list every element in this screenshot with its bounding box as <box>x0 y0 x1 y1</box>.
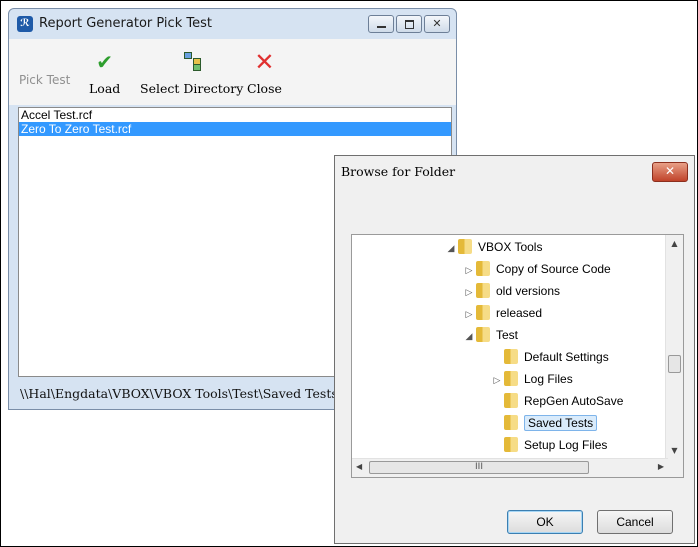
select-directory-button[interactable]: Select Directory <box>140 51 243 96</box>
scroll-up-arrow-icon[interactable]: ▲ <box>666 239 683 248</box>
dialog-title-bar[interactable]: Browse for Folder ✕ <box>335 156 694 186</box>
close-label: Close <box>247 81 282 96</box>
tree-node-copy-of-source-code[interactable]: ▷ Copy of Source Code <box>462 259 611 279</box>
expanded-arrow-icon[interactable]: ◢ <box>462 326 476 346</box>
tree-node-repgen-autosave[interactable]: RepGen AutoSave <box>490 391 623 411</box>
list-item-selected[interactable]: Zero To Zero Test.rcf <box>19 122 451 136</box>
collapsed-arrow-icon[interactable]: ▷ <box>490 370 504 390</box>
folder-icon <box>504 393 518 408</box>
close-button[interactable]: ✕ Close <box>247 48 282 96</box>
folder-icon <box>476 283 490 298</box>
dialog-close-button[interactable]: ✕ <box>652 162 688 182</box>
folder-icon <box>476 305 490 320</box>
load-label: Load <box>89 81 121 96</box>
folder-tree-icon <box>140 51 243 73</box>
tree-node-test[interactable]: ◢ Test <box>462 325 518 345</box>
folder-icon <box>458 239 472 254</box>
select-directory-label: Select Directory <box>140 81 244 96</box>
cancel-button[interactable]: Cancel <box>597 510 673 534</box>
tree-node-released[interactable]: ▷ released <box>462 303 542 323</box>
title-bar[interactable]: ℛ Report Generator Pick Test ✕ <box>9 9 456 39</box>
folder-icon <box>476 261 490 276</box>
scroll-down-arrow-icon[interactable]: ▼ <box>666 446 683 455</box>
folder-icon <box>504 437 518 452</box>
vertical-scrollbar[interactable]: ▲ ▼ <box>665 235 683 459</box>
tree-node-saved-tests[interactable]: Saved Tests <box>490 413 598 433</box>
close-x-icon: ✕ <box>254 48 275 76</box>
maximize-button[interactable] <box>396 15 422 33</box>
collapsed-arrow-icon[interactable]: ▷ <box>462 260 476 280</box>
minimize-button[interactable] <box>368 15 394 33</box>
collapsed-arrow-icon[interactable]: ▷ <box>462 282 476 302</box>
pick-test-button[interactable]: Pick Test <box>19 73 70 87</box>
dialog-title: Browse for Folder <box>341 164 456 179</box>
folder-tree[interactable]: ◢ VBOX Tools ▷ Copy of Source Code ▷ old ve… <box>351 234 684 478</box>
tree-node-old-versions[interactable]: ▷ old versions <box>462 281 560 301</box>
folder-icon <box>476 327 490 342</box>
collapsed-arrow-icon[interactable]: ▷ <box>462 304 476 324</box>
horizontal-scrollbar[interactable]: ◀ III ▶ <box>352 458 668 477</box>
load-button[interactable]: ✔ Load <box>89 51 120 96</box>
app-icon: ℛ <box>17 16 33 32</box>
toolbar: Pick Test ✔ Load Select Directory ✕ Clos… <box>9 39 456 105</box>
scrollbar-corner <box>666 459 683 477</box>
window-controls: ✕ <box>368 15 450 33</box>
horizontal-scroll-thumb[interactable]: III <box>369 461 589 474</box>
tree-node-default-settings[interactable]: Default Settings <box>490 347 609 367</box>
checkmark-icon: ✔ <box>96 50 114 74</box>
folder-icon <box>504 349 518 364</box>
tree-node-log-files[interactable]: ▷ Log Files <box>490 369 573 389</box>
browse-folder-dialog: Browse for Folder ✕ ◢ VBOX Tools ▷ Copy of… <box>334 155 695 544</box>
expanded-arrow-icon[interactable]: ◢ <box>444 238 458 258</box>
folder-icon <box>504 371 518 386</box>
folder-icon <box>504 415 518 430</box>
tree-node-setup-log-files[interactable]: Setup Log Files <box>490 435 607 455</box>
scroll-thumb[interactable] <box>668 355 681 373</box>
window-title: Report Generator Pick Test <box>39 16 212 31</box>
scroll-right-arrow-icon[interactable]: ▶ <box>658 462 664 471</box>
close-window-button[interactable]: ✕ <box>424 15 450 33</box>
scroll-left-arrow-icon[interactable]: ◀ <box>356 462 362 471</box>
list-item[interactable]: Accel Test.rcf <box>19 108 451 122</box>
tree-node-vbox-tools[interactable]: ◢ VBOX Tools <box>444 237 542 257</box>
ok-button[interactable]: OK <box>507 510 583 534</box>
